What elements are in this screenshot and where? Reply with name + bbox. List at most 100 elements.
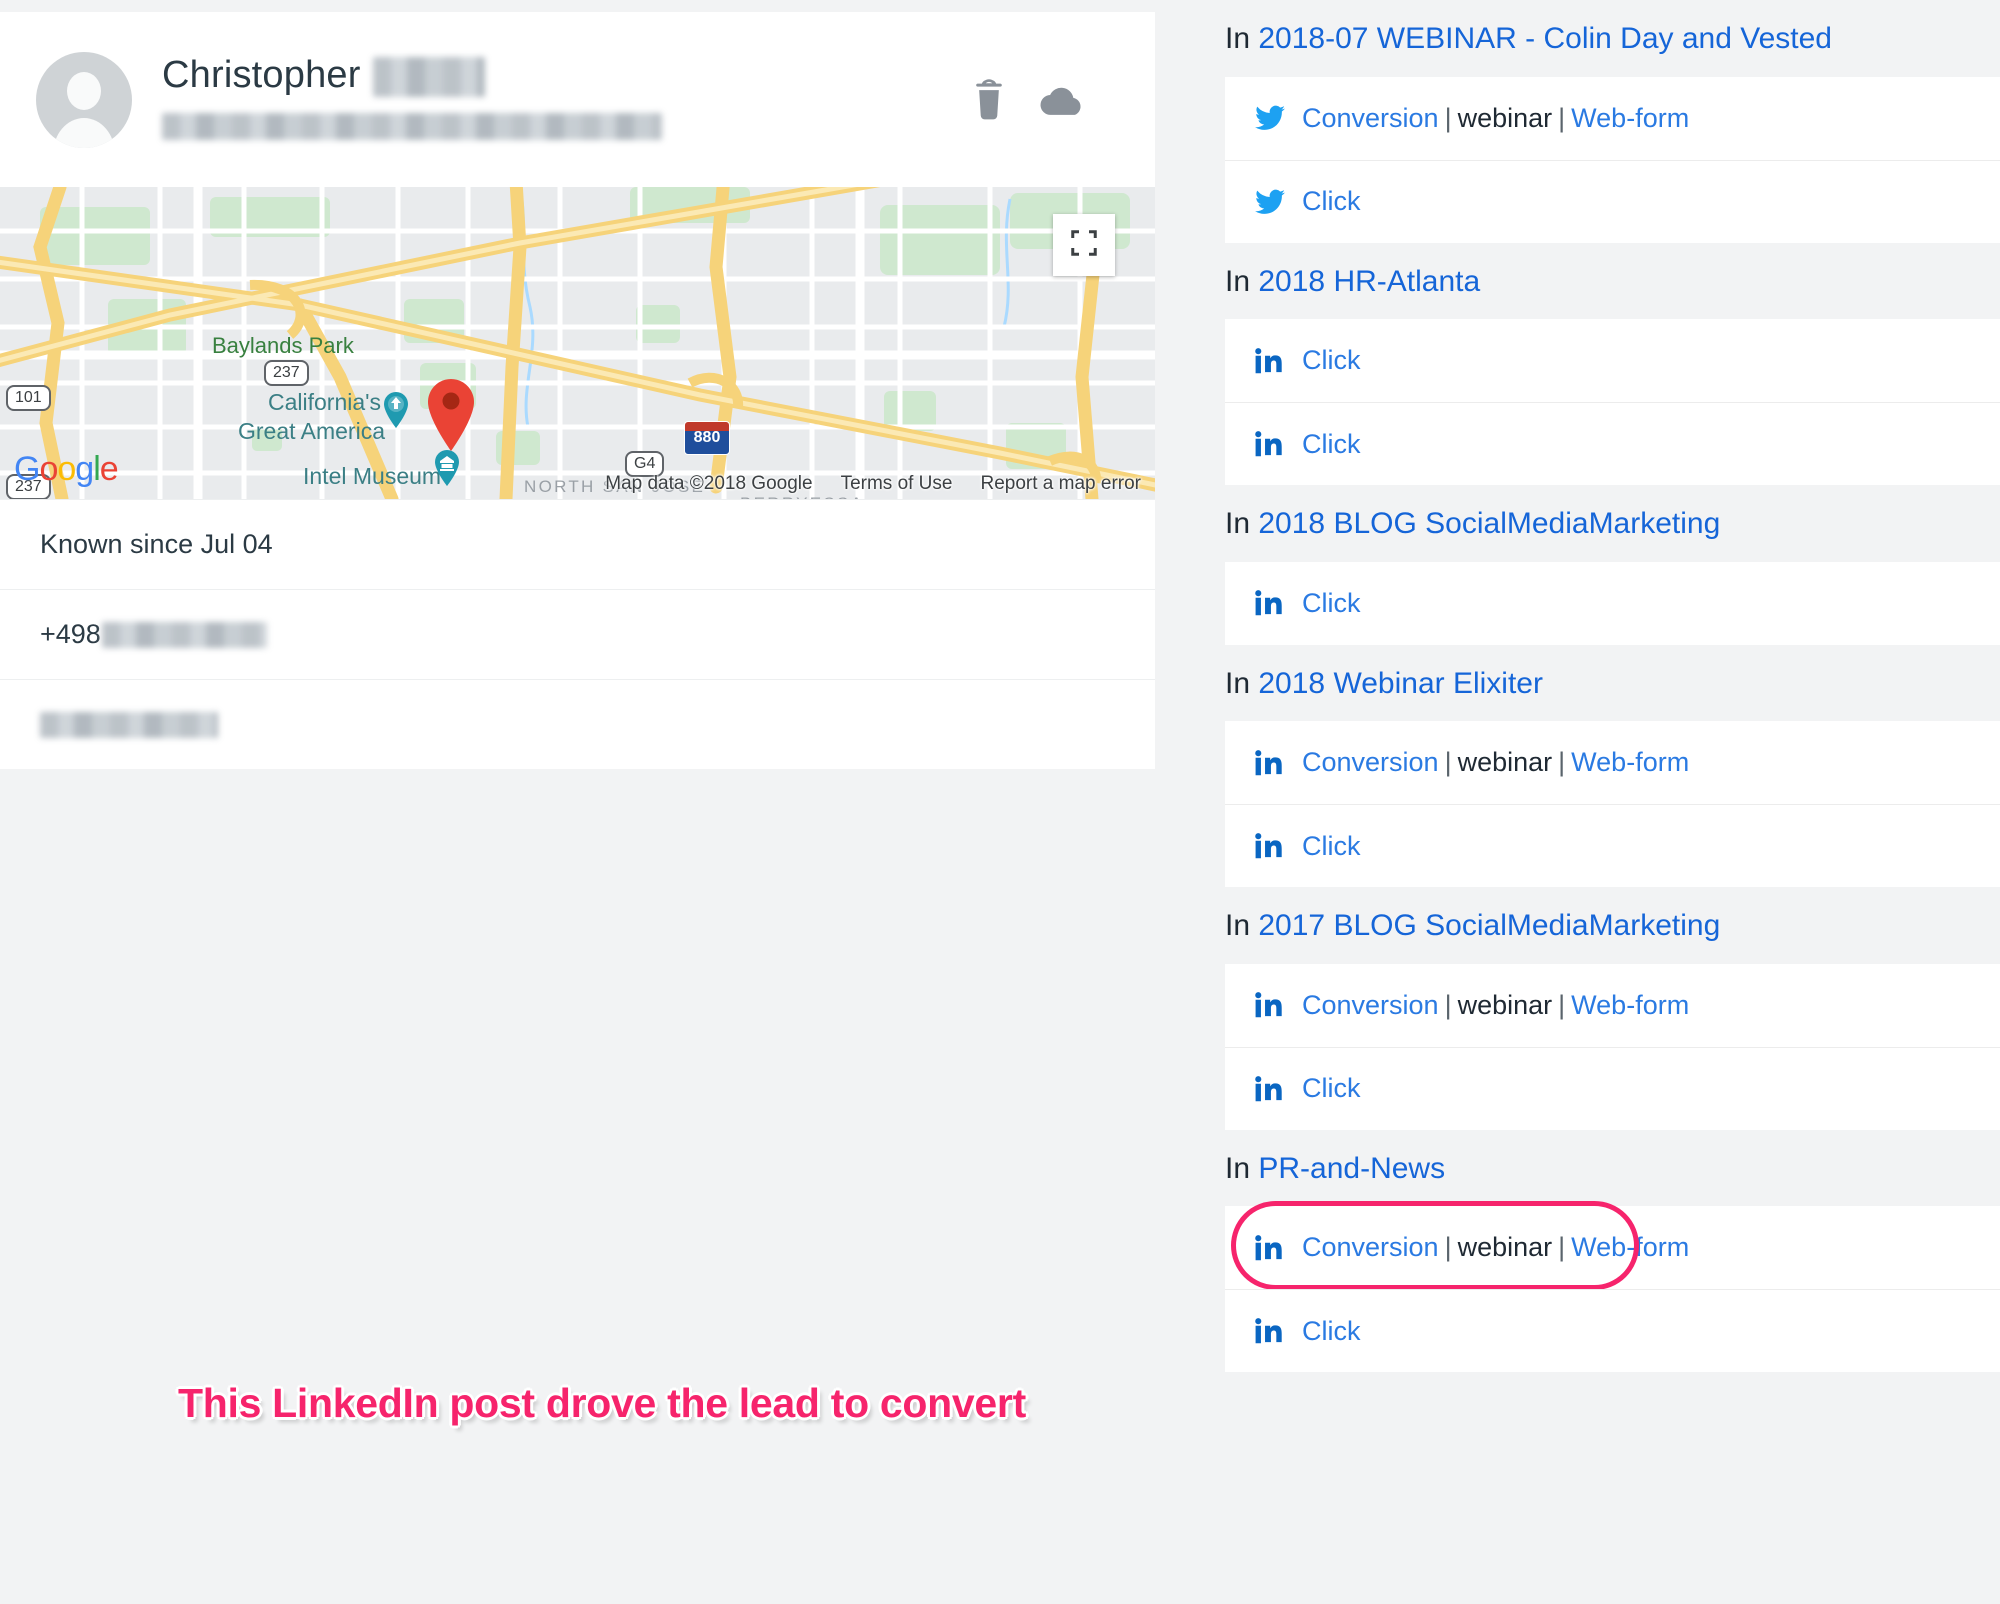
activity-action-link[interactable]: Click bbox=[1302, 1316, 1361, 1346]
cloud-button[interactable] bbox=[1039, 82, 1085, 118]
activity-event-row[interactable]: Click bbox=[1225, 562, 2000, 645]
separator: | bbox=[1558, 989, 1566, 1020]
activity-event-row[interactable]: Click bbox=[1225, 804, 2000, 887]
address-row bbox=[0, 679, 1155, 769]
activity-event-list: Click bbox=[1225, 561, 2000, 645]
group-in-word: In bbox=[1225, 909, 1251, 942]
group-in-word: In bbox=[1225, 507, 1251, 540]
group-name-link[interactable]: PR-and-News bbox=[1258, 1152, 1445, 1185]
activity-action-link[interactable]: Conversion bbox=[1302, 990, 1439, 1020]
activity-detail-text: webinar bbox=[1457, 102, 1553, 133]
trash-icon bbox=[969, 78, 1009, 125]
delete-button[interactable] bbox=[969, 78, 1009, 122]
group-name-link[interactable]: 2017 BLOG SocialMediaMarketing bbox=[1258, 909, 1720, 942]
poi-pin-great-america bbox=[382, 392, 410, 428]
linkedin-icon bbox=[1255, 590, 1285, 616]
group-name-link[interactable]: 2018 BLOG SocialMediaMarketing bbox=[1258, 507, 1720, 540]
phone-row: +498 bbox=[0, 589, 1155, 679]
separator: | bbox=[1558, 747, 1566, 777]
twitter-icon bbox=[1255, 105, 1285, 131]
avatar bbox=[36, 51, 132, 148]
activity-event-list: Conversion | webinar | Web-form Click bbox=[1225, 76, 2000, 243]
map-canvas bbox=[0, 187, 1155, 499]
activity-source-link[interactable]: Web-form bbox=[1571, 747, 1689, 777]
linkedin-icon bbox=[1255, 992, 1285, 1018]
activity-group-title: In 2018 BLOG SocialMediaMarketing bbox=[1225, 485, 2000, 562]
profile-name-row: Christopher bbox=[162, 53, 969, 97]
activity-event-text: Click bbox=[1302, 1316, 1361, 1347]
activity-source-link[interactable]: Web-form bbox=[1571, 1232, 1689, 1262]
activity-event-text: Click bbox=[1302, 345, 1361, 376]
profile-name-block: Christopher bbox=[162, 53, 969, 145]
separator: | bbox=[1444, 989, 1452, 1020]
callout-annotation: This LinkedIn post drove the lead to con… bbox=[178, 1380, 1026, 1426]
activity-source-link[interactable]: Web-form bbox=[1571, 990, 1689, 1020]
group-in-word: In bbox=[1225, 666, 1251, 700]
activity-group-title: In 2018 Webinar Elixiter bbox=[1225, 645, 2000, 722]
map-data-attribution: Map data ©2018 Google bbox=[605, 473, 813, 494]
activity-action-link[interactable]: Conversion bbox=[1302, 1232, 1439, 1262]
page-title: Christopher bbox=[162, 53, 361, 96]
activity-event-row[interactable]: Click bbox=[1225, 1289, 2000, 1372]
redacted-last-name bbox=[372, 56, 485, 97]
linkedin-icon bbox=[1255, 1318, 1285, 1344]
activity-event-text: Click bbox=[1302, 1073, 1361, 1104]
activity-group-title: In 2018 HR-Atlanta bbox=[1225, 243, 2000, 320]
activity-event-row[interactable]: Click bbox=[1225, 402, 2000, 485]
activity-source-link[interactable]: Web-form bbox=[1571, 103, 1689, 133]
group-name-link[interactable]: 2018 Webinar Elixiter bbox=[1258, 667, 1543, 700]
activity-action-link[interactable]: Click bbox=[1302, 588, 1361, 618]
redacted-subtitle bbox=[162, 112, 662, 140]
activity-action-link[interactable]: Conversion bbox=[1302, 747, 1439, 777]
activity-event-text: Click bbox=[1302, 186, 1361, 217]
profile-card: Christopher Baylands Park California's G… bbox=[0, 12, 1155, 769]
group-in-word: In bbox=[1225, 1151, 1251, 1185]
activity-event-row[interactable]: Conversion | webinar | Web-form bbox=[1225, 721, 2000, 804]
linkedin-icon bbox=[1255, 347, 1285, 374]
redacted-address bbox=[40, 711, 218, 738]
map-fullscreen-button[interactable] bbox=[1053, 214, 1115, 276]
activity-event-row[interactable]: Conversion | webinar | Web-form bbox=[1225, 77, 2000, 160]
avatar-body-shape bbox=[53, 117, 115, 148]
activity-action-link[interactable]: Click bbox=[1302, 831, 1361, 861]
activity-event-row[interactable]: Conversion | webinar | Web-form bbox=[1225, 964, 2000, 1047]
route-shield-237-north: 237 bbox=[264, 360, 309, 386]
activity-event-row[interactable]: Click bbox=[1225, 159, 2000, 243]
activity-detail-text: webinar bbox=[1457, 747, 1553, 777]
fullscreen-icon bbox=[1069, 228, 1099, 263]
google-logo: Google bbox=[14, 450, 119, 488]
activity-event-row[interactable]: Click bbox=[1225, 1046, 2000, 1130]
linkedin-icon bbox=[1255, 833, 1285, 859]
separator: | bbox=[1444, 747, 1452, 777]
activity-action-link[interactable]: Click bbox=[1302, 1073, 1361, 1103]
activity-group-title: In 2017 BLOG SocialMediaMarketing bbox=[1225, 887, 2000, 964]
activity-event-text: Conversion | webinar | Web-form bbox=[1302, 990, 1689, 1021]
activity-event-row[interactable]: Conversion | webinar | Web-form bbox=[1225, 1201, 2000, 1290]
group-name-link[interactable]: 2018-07 WEBINAR - Colin Day and Vested bbox=[1258, 22, 1832, 55]
terms-of-use-link[interactable]: Terms of Use bbox=[841, 473, 953, 495]
route-shield-101: 101 bbox=[6, 385, 51, 411]
avatar-head-shape bbox=[67, 71, 101, 110]
activity-event-list: Conversion | webinar | Web-form Click bbox=[1225, 721, 2000, 887]
linkedin-icon bbox=[1255, 1234, 1285, 1261]
phone-prefix: +498 bbox=[40, 619, 101, 649]
separator: | bbox=[1558, 102, 1566, 133]
report-map-error-link[interactable]: Report a map error bbox=[980, 473, 1141, 495]
activity-detail-text: webinar bbox=[1457, 1232, 1553, 1262]
activity-event-text: Click bbox=[1302, 831, 1361, 862]
activity-action-link[interactable]: Click bbox=[1302, 186, 1361, 216]
location-map[interactable]: Baylands Park California's Great America… bbox=[0, 187, 1155, 499]
activity-event-text: Click bbox=[1302, 588, 1361, 619]
redacted-phone-number bbox=[101, 621, 267, 648]
separator: | bbox=[1444, 102, 1452, 133]
activity-event-row[interactable]: Click bbox=[1225, 319, 2000, 402]
activity-action-link[interactable]: Conversion bbox=[1302, 103, 1439, 133]
activity-action-link[interactable]: Click bbox=[1302, 345, 1361, 375]
group-in-word: In bbox=[1225, 264, 1251, 298]
profile-header: Christopher bbox=[0, 12, 1155, 187]
profile-column: Christopher Baylands Park California's G… bbox=[0, 12, 1155, 769]
linkedin-icon bbox=[1255, 749, 1285, 776]
activity-action-link[interactable]: Click bbox=[1302, 429, 1361, 459]
separator: | bbox=[1444, 1232, 1452, 1262]
group-name-link[interactable]: 2018 HR-Atlanta bbox=[1258, 265, 1480, 298]
